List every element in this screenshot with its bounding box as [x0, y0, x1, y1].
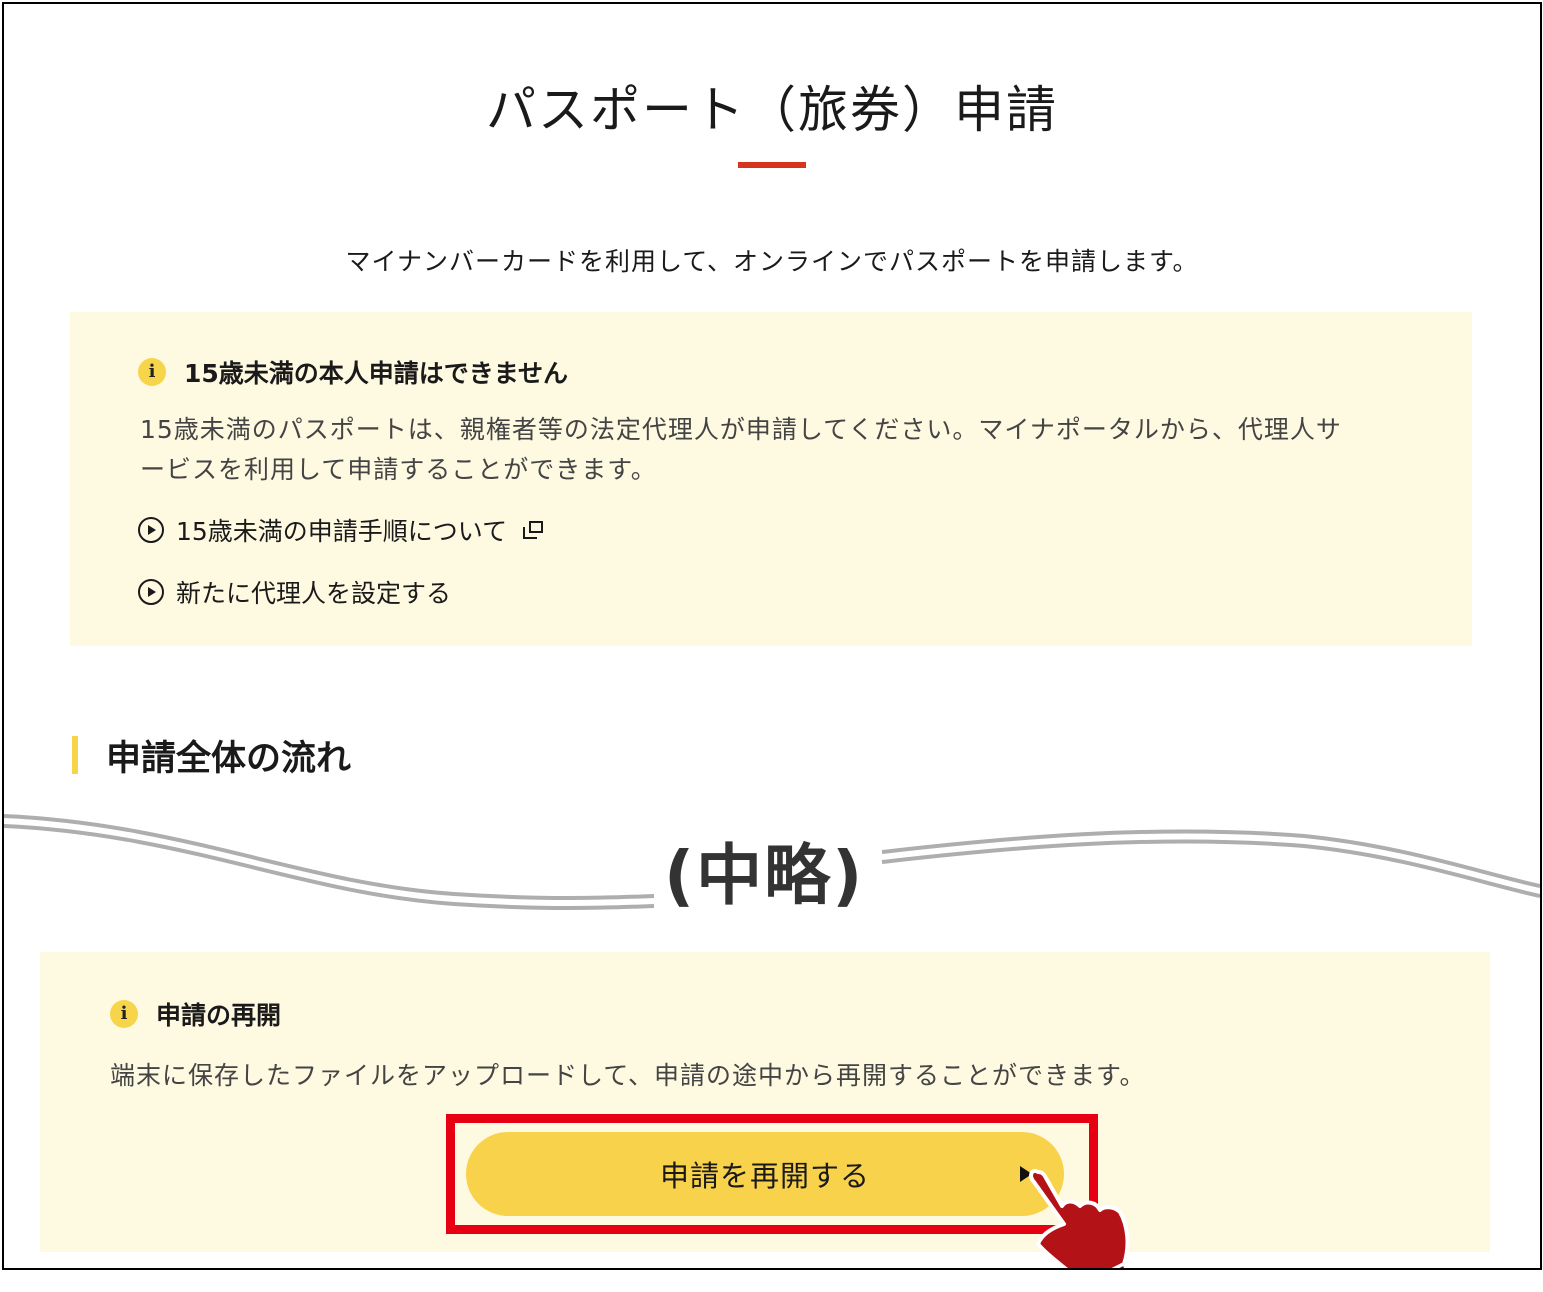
notice-under15: i 15歳未満の本人申請はできません 15歳未満のパスポートは、親権者等の法定代… — [70, 312, 1472, 646]
info-icon: i — [110, 1000, 138, 1028]
link-set-new-agent[interactable]: 新たに代理人を設定する — [138, 574, 451, 610]
notice-resume-heading: 申請の再開 — [156, 1001, 282, 1030]
omission-label: (中略) — [664, 837, 865, 914]
section-title-flow: 申請全体の流れ — [106, 739, 352, 779]
resume-application-button[interactable]: 申請を再開する — [466, 1132, 1064, 1216]
page-title: パスポート（旅券）申請 — [486, 81, 1058, 139]
link-set-new-agent-label: 新たに代理人を設定する — [176, 579, 452, 608]
section-accent-bar — [72, 736, 78, 774]
play-circle-icon — [138, 579, 164, 605]
notice-under15-body-line2: ービスを利用して申請することができます。 — [140, 455, 657, 484]
external-link-icon — [523, 521, 545, 539]
notice-under15-body-line1: 15歳未満のパスポートは、親権者等の法定代理人が申請してください。マイナポータル… — [140, 415, 1342, 444]
notice-under15-heading: 15歳未満の本人申請はできません — [184, 359, 569, 388]
notice-resume-body: 端末に保存したファイルをアップロードして、申請の途中から再開することができます。 — [110, 1061, 1146, 1090]
link-under15-procedure-label: 15歳未満の申請手順について — [176, 517, 508, 546]
title-underline — [738, 162, 806, 168]
resume-application-button-label: 申請を再開する — [659, 1159, 870, 1193]
link-under15-procedure[interactable]: 15歳未満の申請手順について — [138, 512, 545, 548]
page-frame: パスポート（旅券）申請 マイナンバーカードを利用して、オンラインでパスポートを申… — [2, 2, 1542, 1270]
lead-text: マイナンバーカードを利用して、オンラインでパスポートを申請します。 — [345, 247, 1199, 276]
play-circle-icon — [138, 517, 164, 543]
info-icon: i — [138, 358, 166, 386]
pointing-hand-icon — [1029, 1169, 1130, 1268]
notice-under15-body: 15歳未満のパスポートは、親権者等の法定代理人が申請してください。マイナポータル… — [140, 410, 1342, 490]
